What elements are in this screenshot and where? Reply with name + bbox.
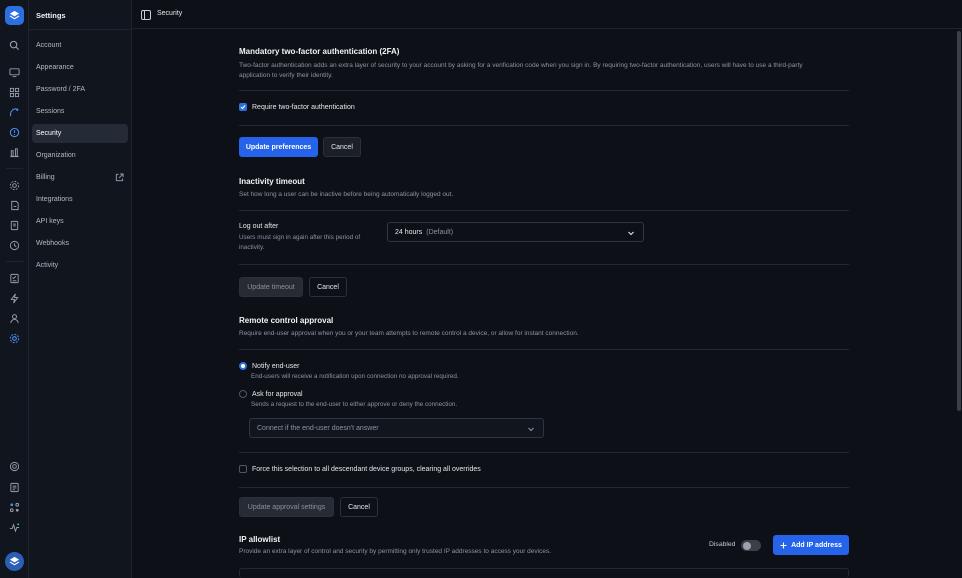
account-avatar[interactable] [5,552,24,571]
update-approval-settings-button[interactable]: Update approval settings [239,497,334,517]
sidebar-item-label: Activity [36,262,59,269]
notify-end-user-description: End-users will receive a notification up… [251,373,459,380]
logout-after-select[interactable]: 24 hours (Default) [387,222,644,242]
check-icon [240,105,246,110]
twofa-title: Mandatory two-factor authentication (2FA… [239,47,400,56]
app-logo[interactable] [5,6,24,25]
no-answer-placeholder: Connect if the end-user doesn't answer [257,424,379,432]
sidebar-item-sessions[interactable]: Sessions [32,102,128,121]
approval-cancel-button[interactable]: Cancel [340,497,378,517]
sidebar-item-label: Appearance [36,64,74,71]
document-icon[interactable] [7,218,22,233]
update-preferences-button[interactable]: Update preferences [239,137,318,157]
sidebar-item-label: Account [36,42,62,49]
sidebar-item-api-keys[interactable]: API keys [32,212,128,231]
notify-end-user-option[interactable]: Notify end-user [239,362,299,370]
logout-after-value: 24 hours [395,228,423,236]
twofa-cancel-button[interactable]: Cancel [323,137,361,157]
checklist-icon[interactable] [7,271,22,286]
ask-approval-radio[interactable] [239,390,247,398]
ip-allowlist-toggle-label: Disabled [709,541,736,548]
monitor-icon[interactable] [7,65,22,80]
sidebar-toggle-icon[interactable] [141,10,151,20]
settings-sidebar: Settings Account Appearance Password / 2… [29,0,132,578]
inactivity-description: Set how long a user can be inactive befo… [239,191,454,198]
antenna-icon[interactable] [7,105,22,120]
inactivity-title: Inactivity timeout [239,177,305,186]
ask-approval-description: Sends a request to the end-user to eithe… [251,401,458,408]
sidebar-item-label: API keys [36,218,64,225]
plus-icon [780,542,787,548]
ask-approval-label: Ask for approval [252,390,303,398]
chevron-down-icon [528,427,534,432]
chevron-down-icon [628,231,634,236]
ip-allowlist-description: Provide an extra layer of control and se… [239,548,552,555]
sidebar-title: Settings [36,11,66,20]
sidebar-item-security[interactable]: Security [32,124,128,143]
security-settings-content: Mandatory two-factor authentication (2FA… [239,0,850,578]
ip-allowlist-title: IP allowlist [239,535,281,544]
sidebar-item-webhooks[interactable]: Webhooks [32,234,128,253]
report-icon[interactable] [7,198,22,213]
force-selection-label: Force this selection to all descendant d… [252,465,481,473]
sidebar-item-label: Security [36,130,62,137]
icon-rail [0,0,29,578]
timeout-cancel-button[interactable]: Cancel [309,277,347,297]
user-icon[interactable] [7,311,22,326]
remote-control-title: Remote control approval [239,316,334,325]
require-2fa-label: Require two-factor authentication [252,103,355,111]
ip-allowlist-toggle[interactable] [741,540,761,551]
logout-after-help: Users must sign in again after this peri… [239,233,379,252]
sidebar-item-label: Integrations [36,196,73,203]
logout-after-label: Log out after [239,223,279,230]
sidebar-item-label: Sessions [36,108,65,115]
sidebar-item-activity[interactable]: Activity [32,256,128,275]
twofa-description-line: application to verify their identity. [239,72,333,79]
notes-icon[interactable] [7,480,22,495]
sidebar-item-account[interactable]: Account [32,36,128,55]
activity-icon[interactable] [7,520,22,535]
alert-icon[interactable] [7,125,22,140]
update-timeout-button[interactable]: Update timeout [239,277,303,297]
layers-icon [9,556,20,566]
notify-end-user-radio[interactable] [239,362,247,370]
sidebar-item-organization[interactable]: Organization [32,146,128,165]
require-2fa-row[interactable]: Require two-factor authentication [239,103,355,111]
force-selection-row[interactable]: Force this selection to all descendant d… [239,465,481,473]
support-icon[interactable] [7,459,22,474]
gear-shield-icon[interactable] [7,178,22,193]
twofa-description-line: Two-factor authentication adds an extra … [239,62,803,69]
logout-after-default-tag: (Default) [426,228,454,236]
scrollbar-thumb[interactable] [957,31,961,411]
grid-icon[interactable] [7,85,22,100]
sidebar-item-appearance[interactable]: Appearance [32,58,128,77]
history-icon[interactable] [7,238,22,253]
sidebar-item-label: Billing [36,174,55,181]
sidebar-item-billing[interactable]: Billing [32,168,128,187]
breadcrumb: Security [157,10,183,17]
remote-control-description: Require end-user approval when you or yo… [239,330,579,337]
logout-after-help-line: Users must sign in again after this peri… [239,234,361,241]
add-ip-address-label: Add IP address [791,541,842,549]
chart-icon[interactable] [7,145,22,160]
integrations-icon[interactable] [7,500,22,515]
lightning-icon[interactable] [7,291,22,306]
sidebar-item-label: Webhooks [36,240,69,247]
layers-icon [9,10,20,20]
external-link-icon [115,173,124,182]
add-ip-address-button[interactable]: Add IP address [773,535,849,555]
require-2fa-checkbox[interactable] [239,103,247,111]
sidebar-item-password-2fa[interactable]: Password / 2FA [32,80,128,99]
force-selection-checkbox[interactable] [239,465,247,473]
settings-icon[interactable] [7,331,22,346]
logout-after-help-line: inactivity. [239,243,265,251]
notify-end-user-label: Notify end-user [252,362,300,370]
sidebar-item-integrations[interactable]: Integrations [32,190,128,209]
ask-approval-option[interactable]: Ask for approval [239,390,303,398]
sidebar-item-label: Organization [36,152,76,159]
no-answer-select[interactable]: Connect if the end-user doesn't answer [249,418,544,438]
search-icon[interactable] [7,38,22,53]
twofa-description: Two-factor authentication adds an extra … [239,61,851,81]
sidebar-item-label: Password / 2FA [36,86,86,93]
